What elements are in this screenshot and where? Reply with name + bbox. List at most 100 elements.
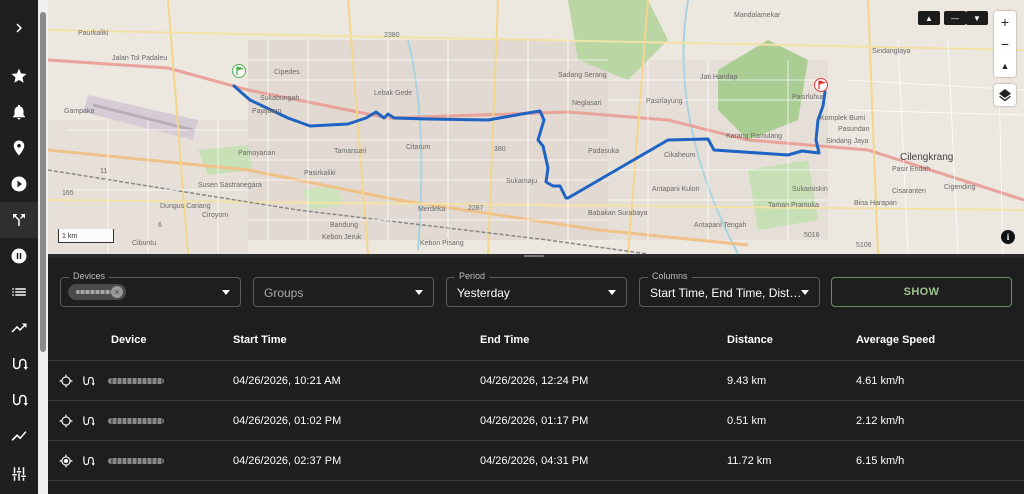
map-label: Ciroyom [202,212,229,219]
map-label: Merdeka [418,206,446,213]
period-value: Yesterday [457,286,510,300]
period-label: Period [455,271,490,281]
sidebar-scrollbar-thumb[interactable] [40,12,46,352]
end-time-cell: 04/26/2026, 12:24 PM [480,375,589,387]
distance-cell: 11.72 km [727,455,772,467]
average-speed-cell: 2.12 km/h [856,415,905,427]
sidebar-item-route-b[interactable] [0,382,38,418]
column-header-end-time[interactable]: End Time [480,334,529,346]
period-select[interactable]: Period Yesterday [446,271,627,307]
map-label: Dungus Cariang [160,203,211,210]
map-label: Babakan Surabaya [588,210,648,217]
locate-icon[interactable] [59,414,73,428]
map-pin-icon [13,140,25,156]
map-minimize-button[interactable]: — [944,11,966,25]
sidebar-item-statistics[interactable] [0,418,38,454]
sidebar-expand-button[interactable] [0,10,38,46]
device-chip-redacted-name [76,290,112,294]
average-speed-cell: 6.15 km/h [856,455,905,467]
route-fork-icon [13,214,25,226]
map-label: Padasuka [588,148,620,155]
u-turn-icon [13,394,28,406]
map-view[interactable]: Cipedes Sukabungah Pajajaran Pamoyanan P… [48,0,1024,254]
devices-select[interactable]: Devices × [60,271,241,307]
column-header-distance[interactable]: Distance [727,334,773,346]
map-label: Kebon Pisang [420,240,464,247]
device-name-redacted [108,458,164,464]
zoom-in-button[interactable]: + [994,11,1016,33]
finish-flag-icon[interactable] [814,78,828,92]
sidebar-item-route-a[interactable] [0,346,38,382]
table-row[interactable]: 04/26/2026, 01:02 PM 04/26/2026, 01:17 P… [48,401,1024,441]
chevron-right-icon [16,23,22,33]
map-label: Taman Pramuka [768,202,819,209]
u-turn-icon[interactable] [81,374,95,388]
map-label: Mandalamekar [734,12,781,19]
map-label: Citarum [406,144,431,151]
trips-table: Device Start Time End Time Distance Aver… [48,320,1024,494]
map-label: Neglasari [572,100,602,107]
map-label: Bina Harapan [854,200,897,207]
column-header-average-speed[interactable]: Average Speed [856,334,935,346]
map-label: Sukabungah [260,95,300,102]
splitter-handle[interactable] [524,255,544,257]
zoom-out-button[interactable]: − [994,33,1016,55]
sidebar-item-trips[interactable] [0,202,38,238]
map-label: Cikaheum [664,152,696,159]
layers-icon [999,89,1011,102]
chip-remove-icon[interactable]: × [111,286,123,298]
report-filters: Devices × Groups Period Yesterday Column… [48,258,1024,320]
star-icon [11,68,27,83]
table-row[interactable]: 04/26/2026, 10:21 AM 04/26/2026, 12:24 P… [48,361,1024,401]
device-chip[interactable]: × [68,284,126,300]
sidebar-item-settings[interactable] [0,456,38,492]
sidebar-item-favorites[interactable] [0,58,38,94]
map-label: Cisaranten [892,188,926,195]
show-button[interactable]: SHOW [831,277,1012,307]
u-turn-icon[interactable] [81,414,95,428]
map-label: Cibuntu [132,240,157,247]
start-time-cell: 04/26/2026, 02:37 PM [233,455,342,467]
map-move-up-button[interactable]: ▲ [918,11,940,25]
distance-cell: 9.43 km [727,375,767,387]
map-label: Kebon Jeruk [322,234,362,241]
map-label: Pasirluhur [792,94,824,101]
u-turn-icon[interactable] [81,454,95,468]
map-zoom-controls: + − ▲ [994,11,1016,77]
sidebar-item-summary[interactable] [0,274,38,310]
start-time-cell: 04/26/2026, 01:02 PM [233,415,342,427]
devices-label: Devices [69,271,110,281]
layers-button[interactable] [994,84,1016,106]
map-label: Sadang Serang [558,72,607,79]
start-flag-icon[interactable] [232,64,246,78]
map-move-down-button[interactable]: ▼ [966,11,988,25]
end-time-cell: 04/26/2026, 04:31 PM [480,455,589,467]
column-header-start-time[interactable]: Start Time [233,334,287,346]
map-label: 5106 [856,242,872,249]
compass-button[interactable]: ▲ [994,55,1016,77]
groups-select[interactable]: Groups [253,277,434,307]
chevron-down-icon [608,290,616,295]
chevron-down-icon [222,290,230,295]
info-icon[interactable]: i [1001,230,1015,244]
map-label: Susen Sastranegara [198,182,262,189]
sidebar-item-replay[interactable] [0,166,38,202]
map-label: Pamoyanan [238,150,276,157]
table-row[interactable]: 04/26/2026, 02:37 PM 04/26/2026, 04:31 P… [48,441,1024,481]
locate-icon[interactable] [59,374,73,388]
map-label: Pajajaran [252,108,282,115]
columns-select[interactable]: Columns Start Time, End Time, Dist… [639,271,820,307]
map-label: Lebak Gede [374,90,413,97]
locate-selected-icon[interactable] [59,454,73,468]
chart-line-icon [11,431,27,441]
sidebar-item-geofences[interactable] [0,130,38,166]
sliders-icon [12,467,26,481]
column-header-device[interactable]: Device [111,334,146,346]
distance-cell: 0.51 km [727,415,767,427]
sidebar-item-stops[interactable] [0,238,38,274]
sidebar-item-chart[interactable] [0,310,38,346]
map-label: Pasirlayung [646,98,683,105]
sidebar-item-events[interactable] [0,94,38,130]
map-label: Jati Handap [700,74,738,81]
start-time-cell: 04/26/2026, 10:21 AM [233,375,341,387]
